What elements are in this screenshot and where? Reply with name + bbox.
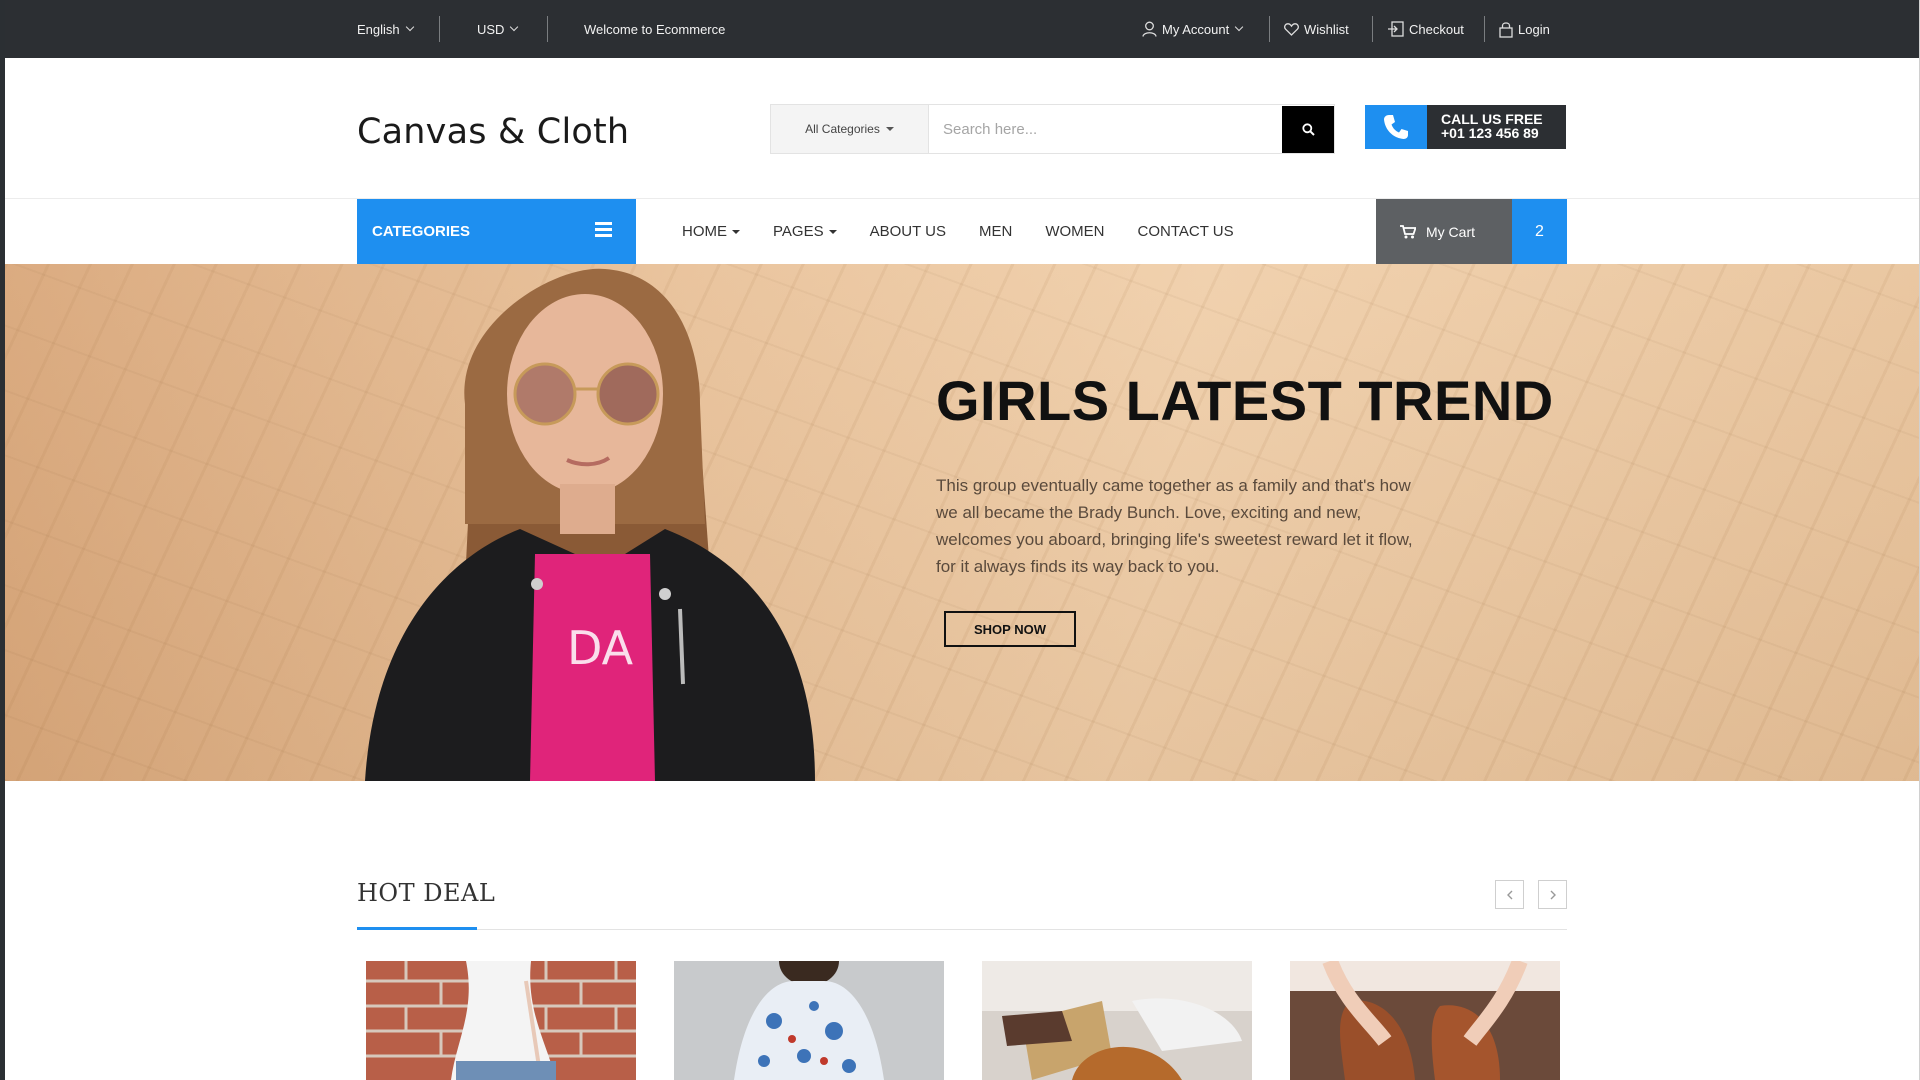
- divider: [439, 16, 440, 42]
- language-label: English: [357, 21, 400, 37]
- search-icon: [1301, 123, 1315, 136]
- nav-item-label: ABOUT US: [869, 223, 946, 240]
- nav-item-label: PAGES: [773, 223, 824, 240]
- chevron-down-icon: [405, 22, 414, 32]
- nav-item-women[interactable]: WOMEN: [1045, 223, 1104, 240]
- language-selector[interactable]: English: [357, 0, 414, 58]
- currency-label: USD: [477, 21, 505, 37]
- carousel-next-button[interactable]: [1538, 880, 1567, 909]
- product-card-image[interactable]: [674, 961, 944, 1080]
- nav-item-label: CONTACT US: [1137, 223, 1234, 240]
- categories-button[interactable]: CATEGORIES: [357, 199, 636, 264]
- nav-item-about-us[interactable]: ABOUT US: [870, 223, 946, 240]
- chevron-right-icon: [1550, 890, 1556, 899]
- categories-label: CATEGORIES: [372, 223, 471, 240]
- cart-count-badge[interactable]: 2: [1512, 199, 1567, 264]
- category-select-label: All Categories: [805, 122, 880, 136]
- nav-item-label: MEN: [978, 223, 1013, 240]
- phone-icon: [1365, 105, 1427, 149]
- window-left-edge: [0, 0, 5, 1080]
- section-title: HOT DEAL: [357, 879, 496, 907]
- main-menu: HOME PAGES ABOUT US MEN WOMEN CONTACT US: [682, 199, 1267, 264]
- search-bar: All Categories: [770, 104, 1335, 154]
- svg-text:DA: DA: [567, 621, 634, 675]
- user-icon: [1142, 21, 1157, 37]
- login-link[interactable]: Login: [1499, 0, 1550, 58]
- hero-model-image: DA: [365, 268, 815, 781]
- divider: [1269, 16, 1270, 42]
- login-label: Login: [1518, 21, 1550, 37]
- product-card-image[interactable]: [1290, 961, 1560, 1080]
- divider: [1484, 16, 1485, 42]
- hero-title: GIRLS LATEST TREND: [936, 369, 1554, 432]
- caret-down-icon: [885, 127, 894, 131]
- site-logo[interactable]: Canvas & Cloth: [357, 112, 629, 152]
- wishlist-label: Wishlist: [1304, 21, 1349, 37]
- heart-icon: [1284, 22, 1299, 36]
- currency-selector[interactable]: USD: [477, 0, 519, 58]
- cart-button[interactable]: My Cart: [1376, 199, 1512, 264]
- chevron-down-icon: [510, 22, 519, 32]
- menu-icon: [595, 222, 612, 237]
- my-account-link[interactable]: My Account: [1142, 0, 1244, 58]
- welcome-text: Welcome to Ecommerce: [584, 21, 726, 37]
- carousel-prev-button[interactable]: [1495, 880, 1524, 909]
- caret-down-icon: [828, 229, 837, 234]
- call-us-label: CALL US FREE: [1441, 111, 1543, 127]
- nav-item-label: WOMEN: [1045, 223, 1105, 240]
- product-card-image[interactable]: [366, 961, 636, 1080]
- divider: [1372, 16, 1373, 42]
- nav-item-home[interactable]: HOME: [682, 223, 740, 240]
- caret-down-icon: [732, 229, 740, 234]
- product-card-image[interactable]: [982, 961, 1252, 1080]
- hero-description: This group eventually came together as a…: [936, 476, 1413, 576]
- lock-icon: [1499, 21, 1513, 38]
- my-account-label: My Account: [1162, 21, 1230, 37]
- section-divider: [357, 929, 1567, 930]
- checkout-link[interactable]: Checkout: [1388, 0, 1464, 58]
- nav-item-men[interactable]: MEN: [979, 223, 1012, 240]
- checkout-label: Checkout: [1409, 21, 1464, 37]
- category-select[interactable]: All Categories: [771, 105, 929, 153]
- shop-now-button[interactable]: SHOP NOW: [944, 611, 1076, 647]
- divider: [547, 16, 548, 42]
- section-title-underline: [357, 927, 477, 930]
- call-us-text: CALL US FREE +01 123 456 89: [1427, 105, 1543, 149]
- search-button[interactable]: [1282, 106, 1334, 153]
- hero-banner: DA GIRLS LATEST TREND This group eventua…: [5, 264, 1920, 781]
- top-bar: English USD Welcome to Ecommerce My Acco…: [0, 0, 1920, 58]
- chevron-left-icon: [1506, 890, 1512, 899]
- nav-item-label: HOME: [682, 223, 727, 240]
- checkout-icon: [1388, 21, 1404, 37]
- cart-icon: [1400, 224, 1416, 238]
- nav-item-contact-us[interactable]: CONTACT US: [1138, 223, 1234, 240]
- call-us-box: CALL US FREE +01 123 456 89: [1365, 105, 1566, 149]
- chevron-down-icon: [1234, 22, 1244, 32]
- phone-number: +01 123 456 89: [1441, 125, 1539, 141]
- nav-item-pages[interactable]: PAGES: [773, 223, 837, 240]
- wishlist-link[interactable]: Wishlist: [1284, 0, 1349, 58]
- search-input[interactable]: [929, 105, 1334, 153]
- cart-label: My Cart: [1426, 223, 1475, 240]
